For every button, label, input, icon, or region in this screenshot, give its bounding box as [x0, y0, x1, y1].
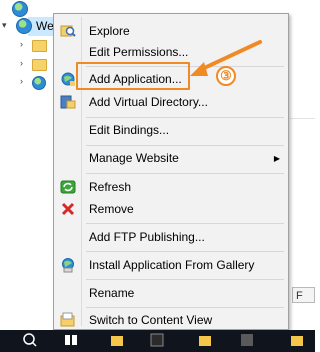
folder-icon[interactable]	[110, 333, 124, 350]
app-icon[interactable]	[240, 333, 254, 350]
folder-icon[interactable]	[290, 333, 304, 350]
folder-icon[interactable]	[198, 333, 212, 350]
step-badge: ③	[216, 66, 236, 86]
pointer-arrow-icon	[190, 40, 262, 76]
taskview-icon[interactable]	[64, 333, 78, 350]
search-icon[interactable]	[22, 332, 38, 351]
taskbar	[0, 330, 315, 352]
app-icon[interactable]	[150, 333, 164, 350]
